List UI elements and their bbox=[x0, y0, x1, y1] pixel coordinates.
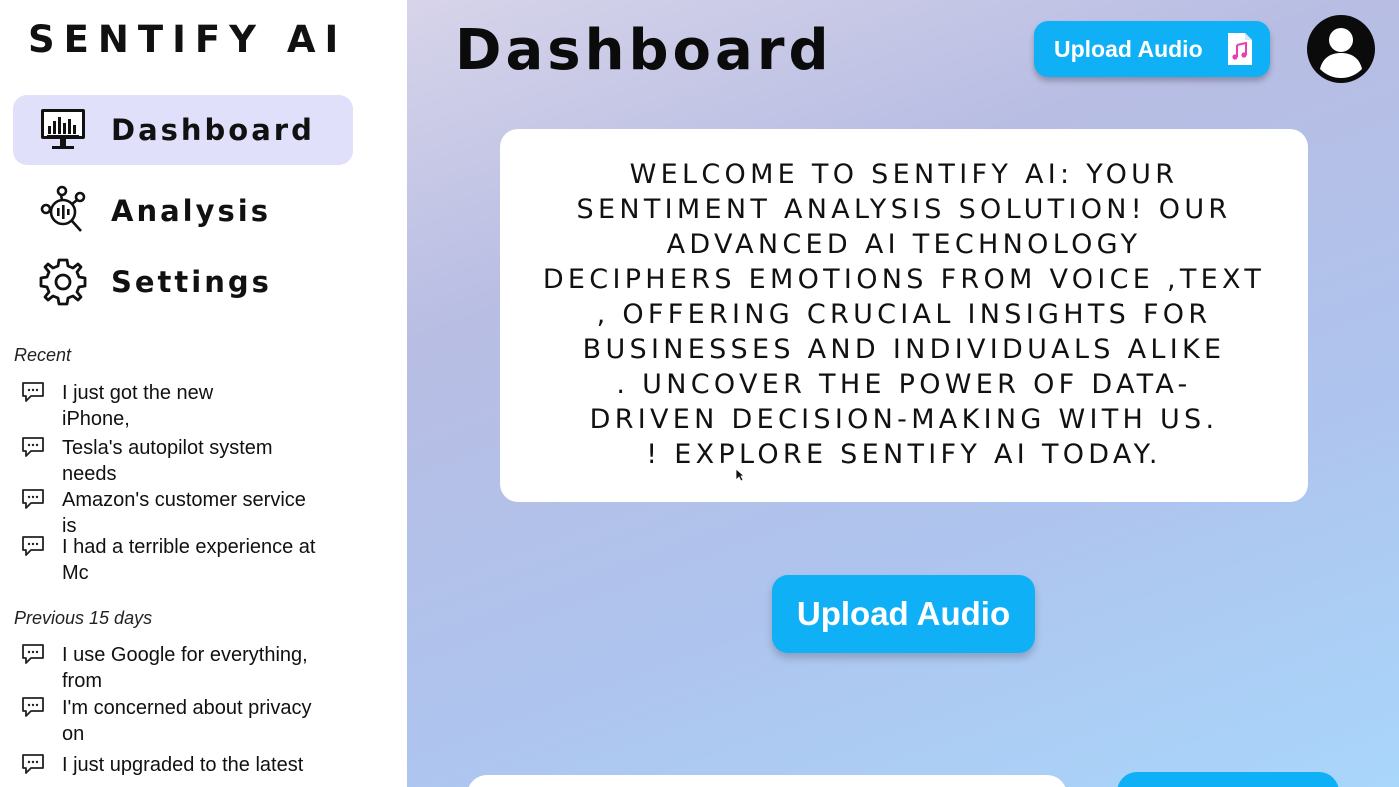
mouse-cursor-icon bbox=[735, 468, 745, 482]
music-file-icon bbox=[1228, 33, 1252, 65]
chat-bubble-icon bbox=[22, 382, 44, 402]
recent-chat-item[interactable]: I had a terrible experience at Mc bbox=[20, 534, 360, 586]
chat-bubble-icon bbox=[22, 489, 44, 509]
upload-button-label: Upload Audio bbox=[1054, 35, 1203, 62]
welcome-message: WELCOME TO SENTIFY AI: YOUR SENTIMENT AN… bbox=[542, 159, 1266, 470]
text-input-field[interactable] bbox=[467, 775, 1067, 787]
nav-item-analysis[interactable]: Analysis bbox=[13, 176, 353, 246]
recent-chat-item[interactable]: Tesla's autopilot system needs bbox=[20, 435, 360, 487]
previous-chat-item[interactable]: I just upgraded to the latest bbox=[20, 752, 360, 778]
chat-bubble-icon bbox=[22, 437, 44, 457]
recent-section-title: Recent bbox=[14, 345, 72, 365]
chat-item-text: I just upgraded to the latest bbox=[62, 754, 304, 776]
nav-label-dashboard: Dashboard bbox=[111, 113, 315, 147]
upload-button-label: Upload Audio bbox=[796, 595, 1011, 632]
chat-item-text: Tesla's autopilot system needs bbox=[62, 437, 273, 485]
welcome-card: WELCOME TO SENTIFY AI: YOUR SENTIMENT AN… bbox=[500, 129, 1308, 502]
chat-bubble-icon bbox=[22, 536, 44, 556]
chat-item-text: I just got the new iPhone, bbox=[62, 382, 214, 430]
sidebar: SENTIFY AI Dashboard Analysis Settings R… bbox=[0, 0, 407, 787]
analysis-network-icon bbox=[35, 183, 91, 239]
main-content: Dashboard Upload Audio WELCOME TO SENTIF… bbox=[407, 0, 1399, 787]
chat-item-text: I use Google for everything, from bbox=[62, 644, 308, 692]
recent-chat-item[interactable]: I just got the new iPhone, bbox=[20, 380, 360, 432]
upload-audio-button[interactable]: Upload Audio bbox=[772, 575, 1035, 653]
previous-section-title: Previous 15 days bbox=[14, 608, 153, 628]
chat-item-text: Amazon's customer service is bbox=[62, 489, 306, 537]
nav-item-settings[interactable]: Settings bbox=[13, 247, 353, 317]
chat-item-text: I'm concerned about privacy on bbox=[62, 697, 312, 745]
monitor-chart-icon bbox=[35, 102, 91, 158]
gear-icon bbox=[35, 254, 91, 310]
brand-logo: SENTIFY AI bbox=[28, 18, 348, 61]
nav-item-dashboard[interactable]: Dashboard bbox=[13, 95, 353, 165]
chat-item-text: I had a terrible experience at Mc bbox=[62, 536, 316, 584]
submit-button[interactable] bbox=[1117, 772, 1339, 787]
user-avatar-icon[interactable] bbox=[1307, 15, 1375, 83]
page-title: Dashboard bbox=[455, 18, 833, 83]
header-upload-audio-button[interactable]: Upload Audio bbox=[1034, 21, 1270, 77]
chat-bubble-icon bbox=[22, 754, 44, 774]
previous-chat-item[interactable]: I use Google for everything, from bbox=[20, 642, 360, 694]
chat-bubble-icon bbox=[22, 644, 44, 664]
nav-label-settings: Settings bbox=[111, 265, 272, 299]
chat-bubble-icon bbox=[22, 697, 44, 717]
recent-chat-item[interactable]: Amazon's customer service is bbox=[20, 487, 360, 539]
previous-chat-item[interactable]: I'm concerned about privacy on bbox=[20, 695, 360, 747]
nav-label-analysis: Analysis bbox=[111, 194, 271, 228]
